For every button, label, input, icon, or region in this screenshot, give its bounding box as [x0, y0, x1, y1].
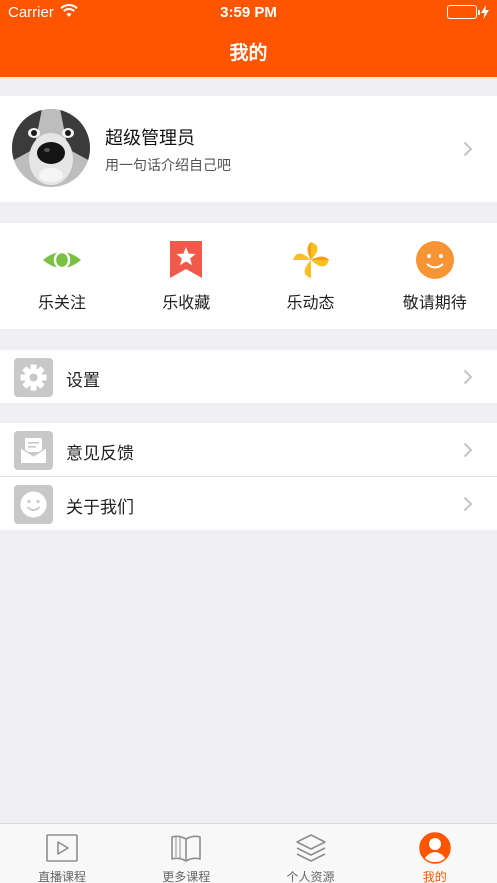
mail-icon: [14, 431, 53, 470]
status-time: 3:59 PM: [220, 4, 277, 21]
profile-name: 超级管理员: [105, 128, 195, 149]
tab-personal-resources[interactable]: 个人资源: [249, 824, 373, 883]
tab-bar: 直播课程 更多课程 个人资源 我的: [0, 823, 497, 883]
tab-live-courses[interactable]: 直播课程: [0, 824, 124, 883]
page-title: 我的: [229, 42, 268, 64]
about-label: 关于我们: [66, 498, 134, 518]
chevron-right-icon: [463, 141, 473, 157]
bookmark-star-icon: [170, 241, 203, 278]
battery-icon: [447, 5, 489, 19]
feedback-row[interactable]: 意见反馈: [0, 423, 497, 476]
tab-label: 我的: [422, 870, 447, 883]
tab-label: 个人资源: [286, 870, 335, 883]
quick-action-activity[interactable]: 乐动态: [249, 223, 373, 329]
quick-action-label: 乐收藏: [162, 293, 211, 312]
chevron-right-icon: [463, 496, 473, 512]
avatar[interactable]: [12, 109, 90, 187]
navigation-bar: Carrier 3:59 PM 我的: [0, 0, 497, 77]
status-bar: Carrier 3:59 PM: [0, 0, 497, 26]
user-icon: [419, 832, 451, 864]
tab-mine[interactable]: 我的: [373, 824, 497, 883]
play-icon: [46, 834, 78, 862]
gear-icon: [14, 358, 53, 397]
quick-action-coming-soon[interactable]: 敬请期待: [373, 223, 497, 329]
layers-icon: [295, 834, 326, 862]
pinwheel-icon: [292, 242, 329, 278]
quick-action-label: 乐动态: [286, 293, 335, 312]
profile-card[interactable]: 超级管理员 用一句话介绍自己吧: [0, 96, 497, 202]
settings-row[interactable]: 设置: [0, 350, 497, 403]
smiley-icon: [14, 485, 53, 524]
smiley-icon: [415, 241, 454, 279]
tab-more-courses[interactable]: 更多课程: [124, 824, 248, 883]
tab-label: 更多课程: [162, 870, 211, 883]
profile-bio: 用一句话介绍自己吧: [105, 158, 231, 174]
tab-label: 直播课程: [37, 870, 86, 883]
quick-action-follow[interactable]: 乐关注: [0, 223, 124, 329]
quick-action-label: 敬请期待: [402, 293, 467, 312]
chevron-right-icon: [463, 369, 473, 385]
eye-icon: [43, 250, 81, 270]
quick-action-favorites[interactable]: 乐收藏: [124, 223, 248, 329]
book-icon: [171, 835, 202, 862]
quick-action-label: 乐关注: [37, 293, 86, 312]
quick-actions: 乐关注 乐收藏 乐动态 敬请期待: [0, 223, 497, 329]
settings-label: 设置: [66, 371, 100, 391]
chevron-right-icon: [463, 442, 473, 458]
feedback-label: 意见反馈: [66, 444, 134, 464]
about-row[interactable]: 关于我们: [0, 477, 497, 530]
